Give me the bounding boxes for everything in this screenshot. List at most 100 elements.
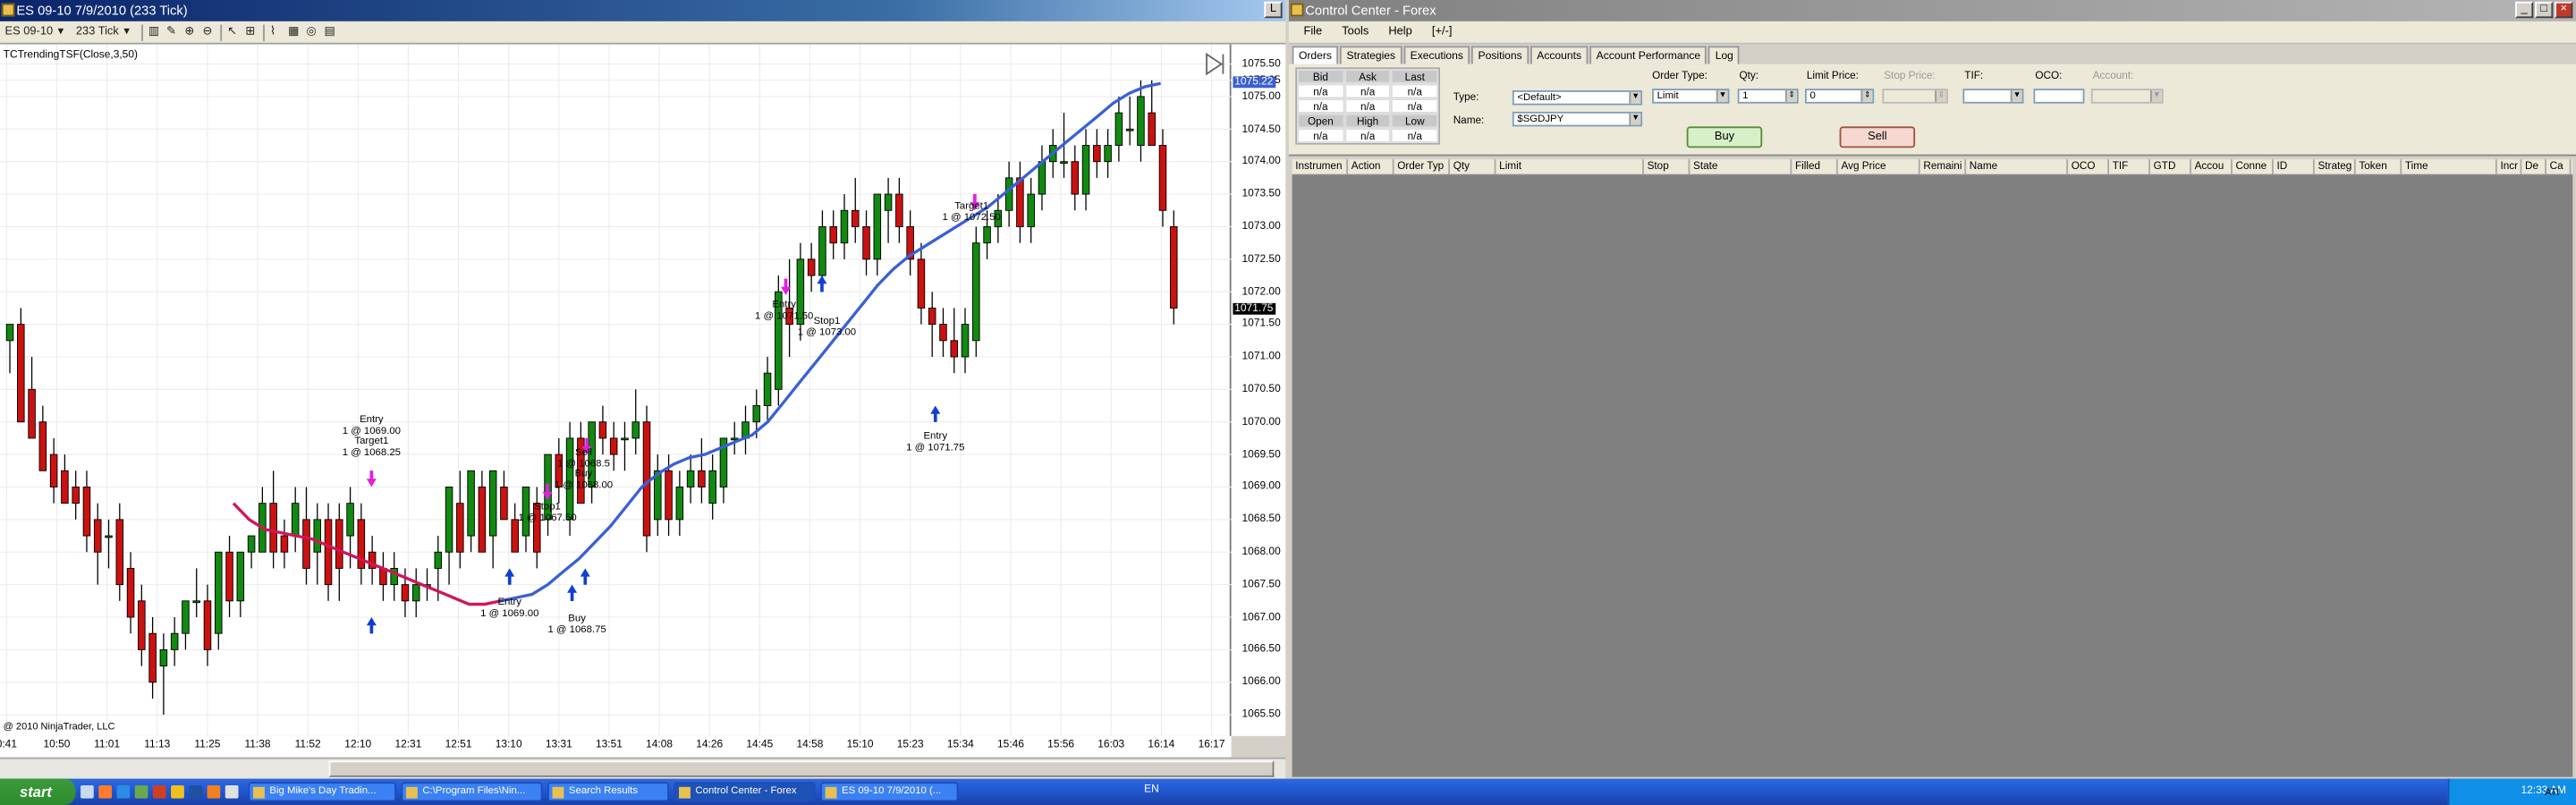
dropdown-arrow-icon[interactable]: ▼	[1629, 113, 1641, 125]
tab-orders[interactable]: Orders	[1292, 46, 1339, 64]
menu-tools[interactable]: Tools	[1332, 26, 1378, 38]
type-label: Type:	[1453, 91, 1479, 104]
zoom-out-icon[interactable]: ⊖	[203, 24, 216, 40]
column-header[interactable]: State	[1690, 159, 1792, 174]
column-header[interactable]: Filled	[1792, 159, 1838, 174]
zoom-in-icon[interactable]: ⊕	[184, 24, 198, 40]
taskbar-item[interactable]: ES 09-10 7/9/2010 (...	[820, 782, 959, 802]
buy-button[interactable]: Buy	[1686, 126, 1763, 148]
column-header[interactable]: OCO	[2068, 159, 2110, 174]
column-header[interactable]: Incr	[2497, 159, 2522, 174]
strategies-icon[interactable]: ▦	[288, 24, 301, 40]
tab-log[interactable]: Log	[1708, 46, 1741, 64]
account-select[interactable]: ▼	[2090, 89, 2164, 104]
column-header[interactable]: Qty	[1450, 159, 1496, 174]
crosshair-icon[interactable]: ⊞	[245, 24, 258, 40]
chart-title-bar[interactable]: ES 09-10 7/9/2010 (233 Tick) L	[0, 0, 1286, 21]
language-indicator[interactable]: EN	[1144, 784, 1159, 795]
menu-expand[interactable]: [+/-]	[1422, 26, 1462, 38]
control-center-title-bar[interactable]: Control Center - Forex _ □ ×	[1288, 0, 2576, 21]
quicklaunch-app-icon[interactable]	[189, 784, 203, 799]
taskbar-item[interactable]: Search Results	[547, 782, 670, 802]
column-header[interactable]: Conne	[2233, 159, 2274, 174]
column-header[interactable]: Strateg	[2315, 159, 2356, 174]
qty-input[interactable]: 1 ⇕	[1737, 89, 1799, 104]
column-header[interactable]: Ca	[2546, 159, 2572, 174]
firefox-icon[interactable]	[98, 784, 112, 799]
column-header[interactable]: Name	[1966, 159, 2069, 174]
candle-body	[873, 193, 882, 260]
maximize-icon[interactable]: □	[2535, 1, 2554, 19]
cursor-icon[interactable]: ↖	[227, 24, 241, 40]
pencil-icon[interactable]: ✎	[166, 24, 180, 40]
sell-button[interactable]: Sell	[1839, 126, 1916, 148]
candle-body	[302, 519, 310, 569]
column-header[interactable]: TIF	[2109, 159, 2150, 174]
tab-positions[interactable]: Positions	[1471, 46, 1530, 64]
chart-horizontal-scrollbar[interactable]	[0, 757, 1286, 779]
stop-price-input[interactable]: ⇕	[1882, 89, 1948, 104]
expand-chart-icon[interactable]	[1205, 52, 1228, 76]
orders-grid-body[interactable]	[1292, 175, 2573, 777]
tif-select[interactable]: ▼	[1962, 89, 2024, 104]
column-header[interactable]: Instrumen	[1292, 159, 1349, 174]
start-button[interactable]: start	[0, 778, 76, 805]
indicators-icon[interactable]: ⌇	[270, 24, 284, 40]
bar-type-icon[interactable]: ▥	[148, 24, 162, 40]
quicklaunch-app-icon[interactable]	[171, 784, 184, 799]
name-select[interactable]: $SGDJPY ▼	[1512, 111, 1643, 127]
task-label: Control Center - Forex	[695, 784, 797, 797]
chart-plot-area[interactable]: TCTrendingTSF(Close,3,50) @ 2010 NinjaTr…	[0, 44, 1232, 736]
instrument-selector[interactable]: ES 09-10	[5, 24, 54, 40]
spinner-icon[interactable]: ⇕	[1784, 90, 1797, 102]
dropdown-arrow-icon[interactable]: ▼	[1716, 90, 1728, 102]
tab-executions[interactable]: Executions	[1403, 46, 1470, 64]
tab-account-performance[interactable]: Account Performance	[1589, 46, 1707, 64]
menu-help[interactable]: Help	[1378, 26, 1422, 38]
column-header[interactable]: Avg Price	[1838, 159, 1920, 174]
menu-file[interactable]: File	[1293, 26, 1332, 38]
column-header[interactable]: Accou	[2191, 159, 2233, 174]
tab-accounts[interactable]: Accounts	[1530, 46, 1589, 64]
properties-icon[interactable]: ◎	[306, 24, 319, 40]
scrollbar-thumb[interactable]	[328, 760, 1275, 777]
minimize-icon[interactable]: _	[2514, 1, 2534, 19]
interval-selector[interactable]: 233 Tick	[76, 24, 119, 40]
dropdown-arrow-icon[interactable]: ▾	[58, 24, 72, 40]
spinner-icon[interactable]: ⇕	[1935, 90, 1947, 102]
quicklaunch-app-icon[interactable]	[152, 784, 166, 799]
taskbar-item-active[interactable]: Control Center - Forex	[674, 782, 816, 802]
column-header[interactable]: ID	[2274, 159, 2315, 174]
spinner-icon[interactable]: ⇕	[1860, 90, 1873, 102]
type-select[interactable]: <Default> ▼	[1512, 90, 1643, 106]
taskbar-item[interactable]: Big Mike's Day Tradin...	[248, 782, 396, 802]
quicklaunch-app-icon[interactable]	[134, 784, 148, 799]
column-header[interactable]: GTD	[2150, 159, 2191, 174]
column-header[interactable]: Token	[2356, 159, 2402, 174]
dropdown-arrow-icon[interactable]: ▼	[1629, 91, 1641, 104]
ie-icon[interactable]	[116, 784, 131, 799]
column-header[interactable]: Stop	[1644, 159, 1690, 174]
column-header[interactable]: Limit	[1496, 159, 1644, 174]
column-header[interactable]: Action	[1348, 159, 1394, 174]
column-header[interactable]: Order Typ	[1394, 159, 1451, 174]
dropdown-arrow-icon[interactable]: ▾	[123, 24, 137, 40]
column-header[interactable]: Remaini	[1920, 159, 1967, 174]
dropdown-arrow-icon[interactable]: ▼	[2010, 90, 2022, 102]
minimize-icon[interactable]: L	[1264, 1, 1283, 19]
tab-strategies[interactable]: Strategies	[1340, 46, 1402, 64]
show-desktop-icon[interactable]	[80, 784, 94, 799]
oco-input[interactable]	[2033, 89, 2085, 104]
close-icon[interactable]: ×	[2555, 1, 2573, 19]
taskbar-item[interactable]: C:\Program Files\Nin...	[401, 782, 543, 802]
limit-price-input[interactable]: 0 ⇕	[1805, 89, 1875, 104]
time-tick-label: 13:10	[495, 739, 522, 751]
column-header[interactable]: Time	[2402, 159, 2497, 174]
quicklaunch-app-icon[interactable]	[207, 784, 221, 799]
column-header[interactable]: De	[2521, 159, 2546, 174]
data-box-icon[interactable]: ▤	[325, 24, 338, 40]
dropdown-arrow-icon[interactable]: ▼	[2149, 90, 2162, 102]
candle-body	[1060, 161, 1068, 164]
order-type-select[interactable]: Limit ▼	[1652, 89, 1730, 104]
chrome-icon[interactable]	[225, 784, 239, 799]
